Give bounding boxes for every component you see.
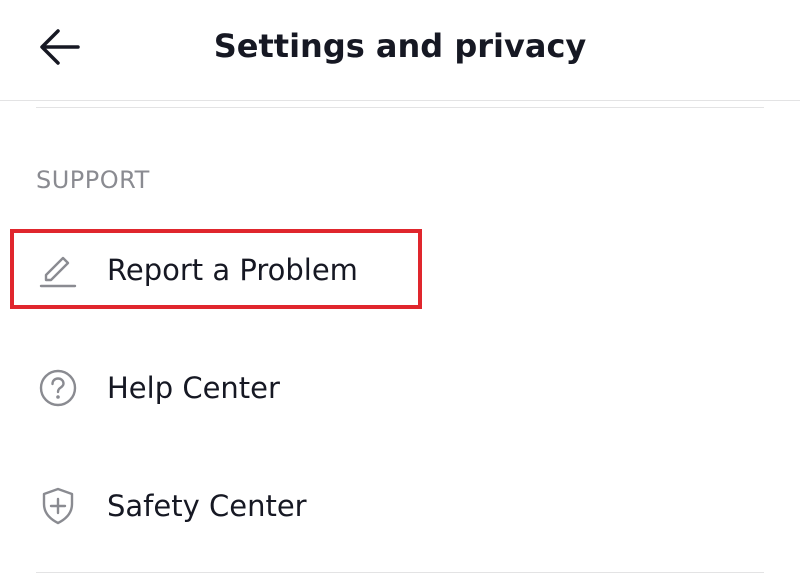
menu-item-label: Report a Problem xyxy=(107,253,358,287)
divider xyxy=(36,572,764,573)
menu-item-label: Help Center xyxy=(107,371,280,405)
pencil-icon xyxy=(38,250,78,290)
top-bar: Settings and privacy xyxy=(0,0,800,101)
menu-item-help-center[interactable]: Help Center xyxy=(0,346,800,430)
menu-item-safety-center[interactable]: Safety Center xyxy=(0,464,800,548)
page-title: Settings and privacy xyxy=(213,27,587,65)
menu-item-report-a-problem[interactable]: Report a Problem xyxy=(0,228,800,312)
divider xyxy=(36,107,764,108)
menu-item-label: Safety Center xyxy=(107,489,307,523)
settings-screen: Settings and privacy SUPPORT Report a Pr… xyxy=(0,0,800,579)
question-circle-icon xyxy=(38,368,78,408)
shield-plus-icon xyxy=(38,486,78,526)
section-header-support: SUPPORT xyxy=(36,166,150,194)
